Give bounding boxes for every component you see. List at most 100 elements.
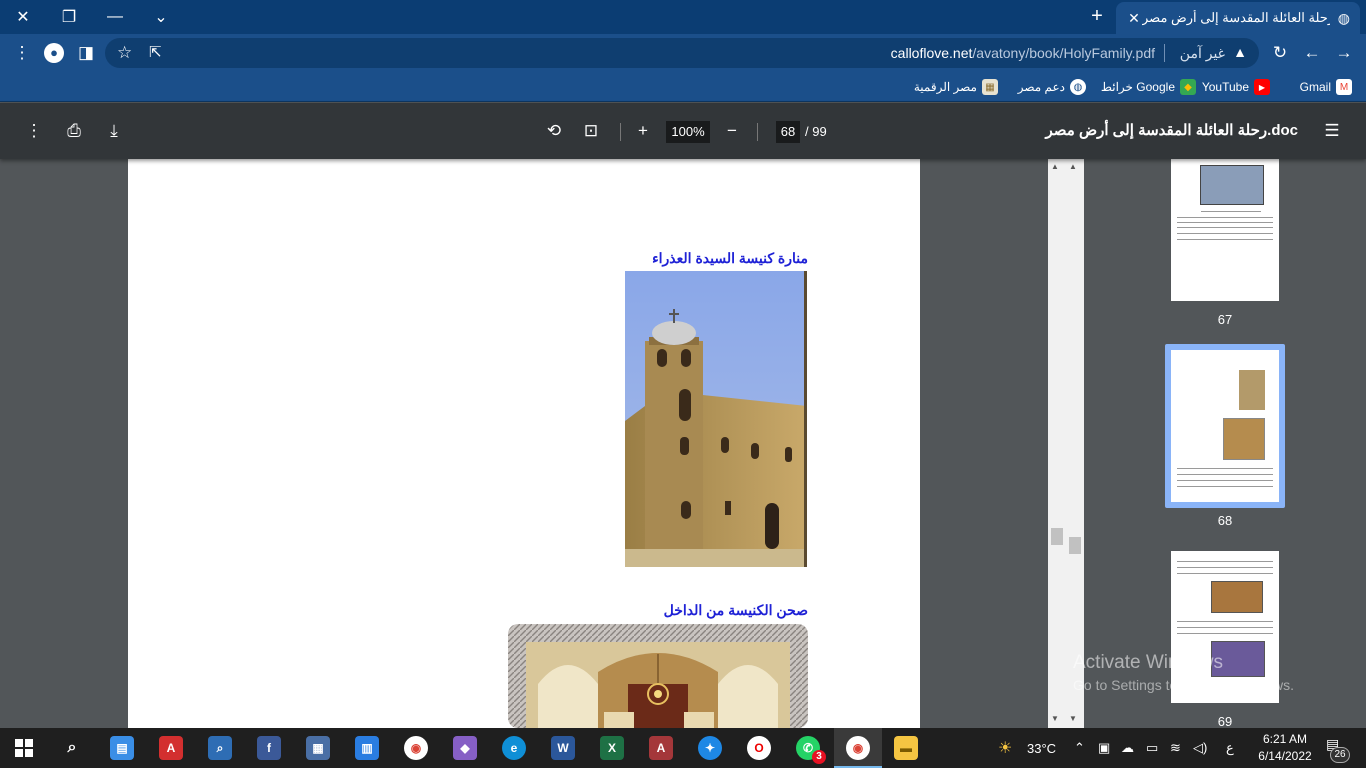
- chevron-up-icon[interactable]: ⌃: [1074, 740, 1085, 756]
- calendar-icon[interactable]: ▥: [355, 736, 379, 760]
- thumbnail-photo: [1211, 581, 1263, 613]
- church-tower-photo: [625, 271, 807, 567]
- notification-count-badge[interactable]: 26: [1330, 747, 1350, 763]
- bookmark-google-maps[interactable]: ◆ خرائط Google: [1101, 77, 1196, 97]
- page-number-input[interactable]: 68: [776, 121, 800, 143]
- bookmark-label: YouTube: [1201, 80, 1249, 94]
- access-icon[interactable]: A: [649, 736, 673, 760]
- thumbnail-sidebar: 67 68 69: [1084, 159, 1366, 728]
- profile-avatar[interactable]: ●: [42, 41, 66, 65]
- chrome-icon[interactable]: ◉: [404, 736, 428, 760]
- volume-icon[interactable]: ◁): [1193, 740, 1207, 756]
- autocad-icon[interactable]: A: [159, 736, 183, 760]
- word-icon[interactable]: W: [551, 736, 575, 760]
- edge-icon[interactable]: e: [502, 736, 526, 760]
- bookmark-label: مصر الرقمية: [913, 80, 977, 94]
- bookmark-gmail[interactable]: M Gmail: [1300, 77, 1352, 97]
- activate-windows-watermark: Activate Windows: [1073, 652, 1223, 673]
- activate-windows-subtext: Go to Settings to activate Windows.: [1073, 677, 1294, 693]
- share-icon[interactable]: ⇱: [149, 43, 162, 61]
- scrollbar-thumb[interactable]: [1051, 528, 1063, 545]
- page-scrollbar[interactable]: [1048, 159, 1084, 728]
- bookmark-youtube[interactable]: ▶ YouTube: [1202, 77, 1270, 97]
- zoom-in-icon[interactable]: +: [631, 119, 655, 143]
- minimize-window-button[interactable]: —: [92, 0, 138, 34]
- chrome-profile-icon[interactable]: ◉: [846, 736, 870, 760]
- thumbnail-photo: [1200, 165, 1264, 205]
- bookmarks-bar: M Gmail ▶ YouTube ◆ خرائط Google ◍ دعم م…: [0, 72, 1366, 102]
- weather-icon[interactable]: ☀: [998, 738, 1012, 758]
- scroll-down-arrow-icon[interactable]: ▼: [1051, 714, 1059, 723]
- reload-icon[interactable]: ↻: [1268, 41, 1292, 65]
- bookmark-support-egypt[interactable]: ◍ دعم مصر: [1018, 77, 1086, 97]
- url-path: /avatony/book/HolyFamily.pdf: [972, 45, 1155, 61]
- page-total: / 99: [805, 124, 827, 139]
- download-icon[interactable]: ⤓: [102, 119, 126, 143]
- file-explorer-icon[interactable]: ▬: [894, 736, 918, 760]
- thumbnail-number: 67: [1217, 312, 1233, 327]
- address-bar[interactable]: ▲ غير آمن calloflove.net/avatony/book/Ho…: [105, 38, 1259, 68]
- tab-search-button[interactable]: ⌄: [138, 0, 184, 34]
- meet-now-icon[interactable]: ▣: [1098, 740, 1110, 756]
- print-icon[interactable]: ⎙: [62, 119, 86, 143]
- browser-tab[interactable]: ◍ رحلة العائلة المقدسة إلى أرض مصر ✕: [1116, 2, 1360, 34]
- temperature[interactable]: 33°C: [1027, 741, 1056, 756]
- rotate-icon[interactable]: ⟲: [542, 119, 566, 143]
- new-tab-button[interactable]: +: [1085, 5, 1109, 29]
- system-clock[interactable]: 6:21 AM 6/14/2022: [1255, 731, 1315, 765]
- battery-icon[interactable]: ▭: [1146, 740, 1158, 756]
- search-icon[interactable]: ⌕: [60, 736, 84, 760]
- thumbnail-interior-photo: [1223, 418, 1265, 460]
- globe-icon: ◍: [1070, 79, 1086, 95]
- browser-titlebar: ✕ ❐ — ⌄ + ◍ رحلة العائلة المقدسة إلى أرض…: [0, 0, 1366, 34]
- whatsapp-icon[interactable]: ✆ 3: [796, 736, 826, 764]
- visual-studio-icon[interactable]: ◆: [453, 736, 477, 760]
- clock-time: 6:21 AM: [1262, 732, 1308, 746]
- tab-close-icon[interactable]: ✕: [1126, 10, 1142, 27]
- clock-date: 6/14/2022: [1258, 749, 1312, 763]
- close-window-button[interactable]: ✕: [0, 0, 46, 34]
- calculator-icon[interactable]: ▦: [306, 736, 330, 760]
- bookmark-label: خرائط Google: [1100, 80, 1175, 94]
- security-label[interactable]: غير آمن: [1180, 45, 1225, 62]
- scroll-up-arrow-icon[interactable]: ▲: [1051, 162, 1059, 171]
- url-text[interactable]: calloflove.net/avatony/book/HolyFamily.p…: [891, 45, 1155, 61]
- sidebar-menu-icon[interactable]: ☰: [1320, 119, 1344, 143]
- wifi-icon[interactable]: ≋: [1170, 740, 1181, 756]
- magnifier-app-icon[interactable]: ⌕: [208, 736, 232, 760]
- facebook-icon[interactable]: f: [257, 736, 281, 760]
- omnibox-divider: [1164, 44, 1165, 62]
- courtyard-caption: صحن الكنيسة من الداخل: [663, 602, 808, 618]
- bookmark-star-icon[interactable]: ☆: [117, 43, 132, 63]
- opera-icon[interactable]: O: [747, 736, 771, 760]
- forward-icon[interactable]: ←: [1300, 41, 1324, 65]
- input-language[interactable]: ع: [1226, 740, 1234, 756]
- fit-page-icon[interactable]: ⊡: [579, 119, 603, 143]
- restore-window-button[interactable]: ❐: [46, 0, 92, 34]
- sidebar-scroll-down-arrow-icon[interactable]: ▼: [1069, 714, 1077, 723]
- url-domain: calloflove.net: [890, 45, 973, 61]
- tower-caption: منارة كنيسة السيدة العذراء: [652, 250, 808, 266]
- excel-icon[interactable]: X: [600, 736, 624, 760]
- google-maps-icon: ◆: [1180, 79, 1196, 95]
- side-panel-icon[interactable]: ◨: [74, 41, 98, 65]
- back-icon[interactable]: →: [1332, 41, 1356, 65]
- onedrive-icon[interactable]: ☁: [1121, 740, 1134, 756]
- zoom-input[interactable]: 100%: [666, 121, 710, 143]
- browser-menu-icon[interactable]: ⋮: [10, 41, 34, 65]
- thumbnail-number: 69: [1217, 714, 1233, 728]
- page-thumbnail-67[interactable]: [1171, 159, 1279, 301]
- sync-app-icon[interactable]: ✦: [698, 736, 722, 760]
- more-options-icon[interactable]: ⋮: [22, 119, 46, 143]
- windows-start-icon[interactable]: [12, 736, 36, 760]
- sidebar-scroll-up-arrow-icon[interactable]: ▲: [1069, 162, 1077, 171]
- zoom-out-icon[interactable]: −: [720, 119, 744, 143]
- page-thumbnail-68[interactable]: [1171, 350, 1279, 502]
- control-panel-icon[interactable]: ▤: [110, 736, 134, 760]
- whatsapp-badge: 3: [812, 750, 826, 764]
- sidebar-scrollbar-thumb[interactable]: [1069, 537, 1081, 554]
- bookmark-digital-egypt[interactable]: ▦ مصر الرقمية: [914, 77, 998, 97]
- windows-taskbar: ⌕ ▤ A ⌕ f ▦ ▥ ◉ ◆ e W X A ✦ O ✆ 3 ◉ ▬ ☀ 3…: [0, 728, 1366, 768]
- warning-icon[interactable]: ▲: [1233, 44, 1247, 60]
- toolbar-divider: [620, 123, 621, 141]
